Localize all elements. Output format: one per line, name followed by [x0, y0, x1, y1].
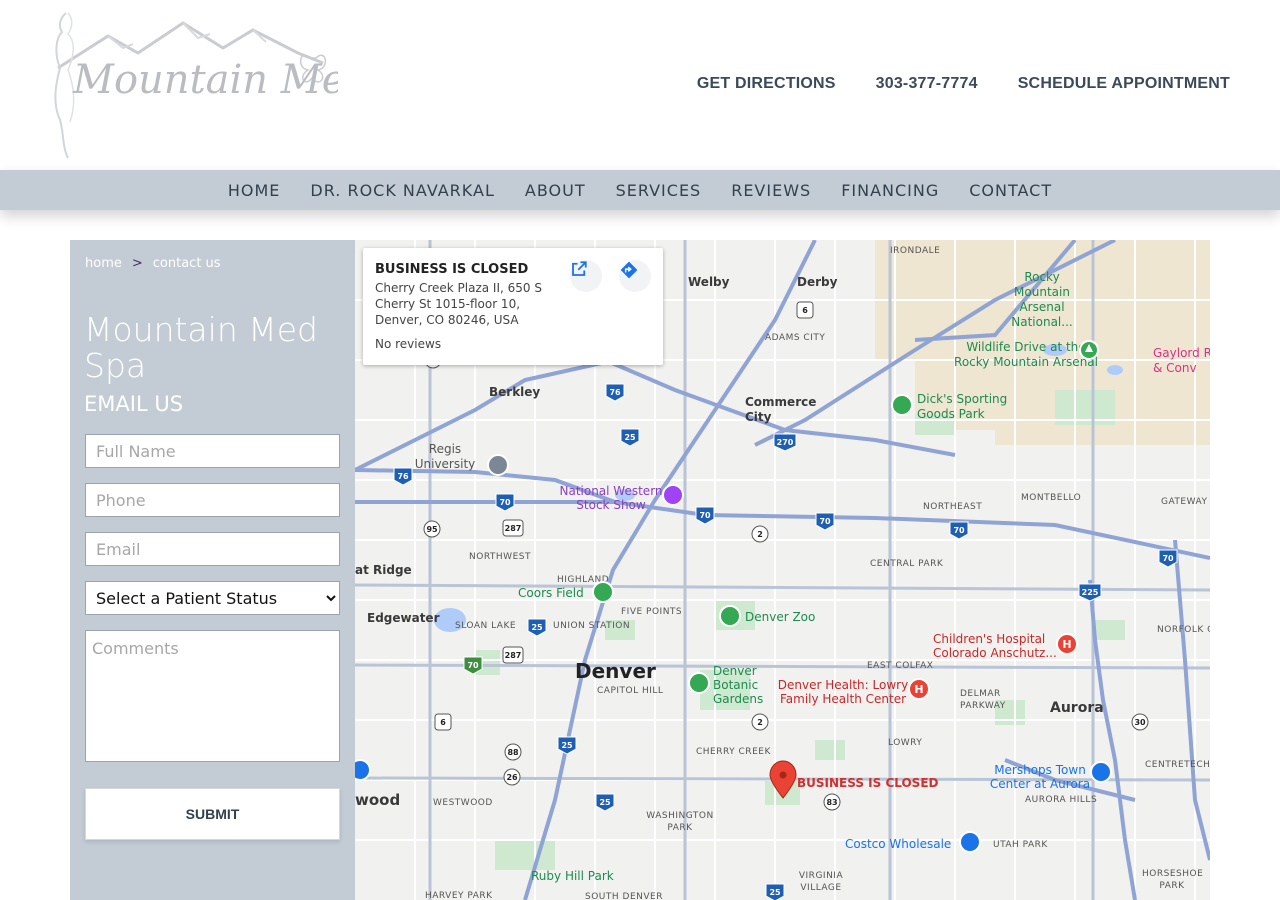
- map-label-delmar-parkway: DELMAR PARKWAY: [960, 689, 1006, 711]
- phone-input[interactable]: [85, 483, 340, 517]
- map-label-union-station: UNION STATION: [553, 621, 631, 631]
- breadcrumb-separator: >: [131, 256, 143, 271]
- map-label-westwood: WESTWOOD: [433, 798, 493, 808]
- comments-textarea[interactable]: [85, 630, 340, 762]
- email-us-heading: EMAIL US: [84, 392, 184, 416]
- map-label-centretech: CENTRETECH: [1145, 760, 1210, 770]
- breadcrumb-home[interactable]: home: [85, 256, 122, 271]
- map-label-welby: Welby: [688, 275, 730, 289]
- nav-dr-rock-navarkal[interactable]: DR. ROCK NAVARKAL: [310, 181, 494, 200]
- contact-sidebar: home > contact us Mountain Med Spa EMAIL…: [70, 240, 355, 900]
- map-label-aurora: Aurora: [1050, 700, 1104, 716]
- get-directions-link[interactable]: GET DIRECTIONS: [697, 75, 836, 93]
- map-label-harvey-park: HARVEY PARK: [425, 891, 493, 900]
- nav-financing[interactable]: FINANCING: [841, 181, 939, 200]
- map-label-five-points: FIVE POINTS: [621, 607, 683, 617]
- main-nav: HOME DR. ROCK NAVARKAL ABOUT SERVICES RE…: [0, 170, 1280, 210]
- map-label-washington-park: WASHINGTON PARK: [646, 811, 714, 833]
- map-label-wood: wood: [355, 791, 401, 809]
- map-label-berkley: Berkley: [489, 385, 541, 399]
- site-logo[interactable]: Mountain Med Spa: [38, 8, 461, 163]
- map-label-ridge: at Ridge: [355, 563, 412, 577]
- map-label-south-denver: SOUTH DENVER: [585, 892, 663, 900]
- map-label-lowry-health: Denver Health: Lowry Family Health Cente…: [777, 678, 909, 706]
- map-label-horseshoe-park: HORSESHOE PARK: [1142, 869, 1204, 891]
- map-label-commerce-city: Commerce City: [745, 395, 817, 424]
- map-label-lowry: LOWRY: [888, 738, 923, 748]
- map-label-northeast: NORTHEAST: [923, 502, 983, 512]
- nav-contact[interactable]: CONTACT: [969, 181, 1052, 200]
- map-label-virginia-village: VIRGINIA VILLAGE: [798, 871, 844, 893]
- header-top-links: GET DIRECTIONS 303-377-7774 SCHEDULE APP…: [697, 75, 1230, 93]
- map-label-irondale: IRONDALE: [890, 246, 941, 256]
- map-label-denver: Denver: [575, 659, 656, 683]
- info-card-name: BUSINESS IS CLOSED: [375, 262, 529, 277]
- map-label-norfolk-glen: NORFOLK GLEN: [1157, 625, 1210, 635]
- map-label-coors-field: Coors Field: [518, 586, 584, 600]
- phone-link[interactable]: 303-377-7774: [876, 75, 978, 93]
- breadcrumb-current[interactable]: contact us: [153, 256, 221, 271]
- map-label-utah-park: UTAH PARK: [993, 840, 1048, 850]
- patient-status-select[interactable]: Select a Patient Status: [85, 581, 340, 615]
- map-label-sloan-lake: SLOAN LAKE: [455, 621, 517, 631]
- map-label-denver-zoo: Denver Zoo: [745, 610, 816, 624]
- map-label-arsenal: Rocky Mountain Arsenal National...: [1011, 270, 1073, 329]
- svg-text:Mountain Med Spa: Mountain Med Spa: [72, 57, 338, 103]
- map-label-capitol-hill: CAPITOL HILL: [597, 686, 664, 696]
- map-label-aurora-hills: AURORA HILLS: [1025, 795, 1098, 805]
- map-info-card: BUSINESS IS CLOSED Cherry Creek Plaza II…: [363, 248, 663, 365]
- nav-home[interactable]: HOME: [228, 181, 281, 200]
- map-label-gateway: GATEWAY: [1161, 497, 1208, 507]
- map-label-regis: Regis University: [414, 442, 476, 471]
- nav-reviews[interactable]: REVIEWS: [731, 181, 811, 200]
- email-input[interactable]: [85, 532, 340, 566]
- map-label-botanic-gardens: Denver Botanic Gardens: [713, 664, 764, 706]
- map-label-costco: Costco Wholesale: [845, 837, 952, 851]
- map-label-montbello: MONTBELLO: [1021, 493, 1082, 503]
- map-label-adams-city: ADAMS CITY: [765, 333, 826, 343]
- submit-button[interactable]: SUBMIT: [85, 788, 340, 840]
- map-label-derby: Derby: [797, 275, 838, 289]
- nav-services[interactable]: SERVICES: [616, 181, 702, 200]
- map-label-highland: HIGHLAND: [557, 575, 610, 585]
- map-label-dicks-sporting-goods: Dick's Sporting Goods Park: [917, 392, 1008, 421]
- google-map[interactable]: 76 76 25 270 70 70 70 70 70 225 25 25 25…: [355, 240, 1210, 900]
- open-in-maps-button[interactable]: [570, 260, 602, 292]
- breadcrumb: home > contact us: [85, 256, 221, 271]
- map-label-east-colfax: EAST COLFAX: [867, 661, 934, 671]
- business-title: Mountain Med Spa: [84, 310, 318, 385]
- map-label-ruby-hill-park: Ruby Hill Park: [531, 869, 614, 883]
- directions-icon: [620, 261, 638, 279]
- info-card-address: Cherry Creek Plaza II, 650 S Cherry St 1…: [375, 281, 542, 327]
- map-label-cherry-creek: CHERRY CREEK: [696, 747, 771, 757]
- map-label-mershops: Mershops Town Center at Aurora: [989, 763, 1091, 791]
- map-label-wildlife-drive: Wildlife Drive at the Rocky Mountain Ars…: [954, 340, 1098, 369]
- schedule-appointment-link[interactable]: SCHEDULE APPOINTMENT: [1018, 75, 1230, 93]
- map-label-central-park: CENTRAL PARK: [870, 559, 944, 569]
- map-label-childrens-hospital: Children's Hospital Colorado Anschutz...: [933, 632, 1057, 660]
- map-label-edgewater: Edgewater: [367, 611, 440, 625]
- site-header: Mountain Med Spa GET DIRECTIONS 303-377-…: [0, 0, 1280, 170]
- nav-about[interactable]: ABOUT: [525, 181, 586, 200]
- directions-button[interactable]: [619, 260, 651, 292]
- map-label-northwest: NORTHWEST: [469, 552, 531, 562]
- mountain-logo-icon: Mountain Med Spa: [54, 12, 461, 159]
- map-label-stock-show: National Western Stock Show: [559, 484, 663, 512]
- external-link-icon: [572, 261, 587, 276]
- full-name-input[interactable]: [85, 434, 340, 468]
- map-pin-label[interactable]: BUSINESS IS CLOSED: [797, 776, 938, 790]
- map-label-gaylord: Gaylord R & Conv: [1153, 346, 1210, 375]
- info-card-reviews[interactable]: No reviews: [375, 337, 441, 351]
